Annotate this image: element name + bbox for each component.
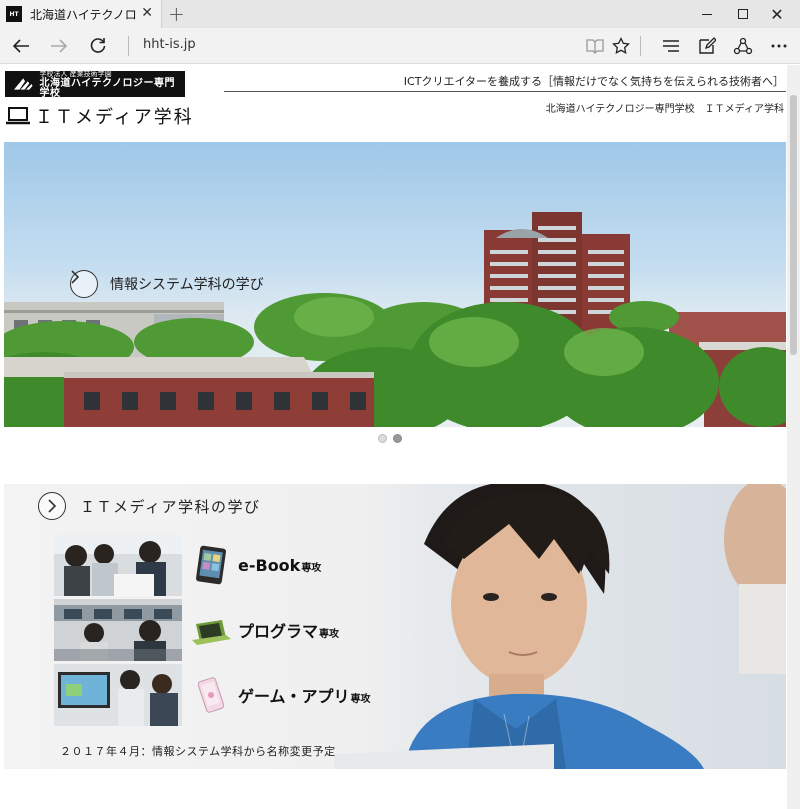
course-suffix: 専攻 — [319, 629, 340, 640]
hub-icon — [663, 40, 679, 52]
slideshow-pagination — [378, 434, 402, 443]
reading-view-button[interactable] — [582, 34, 608, 58]
browser-toolbar: hht-is.jp — [0, 28, 800, 64]
course-game-app[interactable]: ゲーム・アプリ専攻 — [54, 664, 371, 726]
back-arrow-icon — [12, 39, 29, 53]
minimize-icon — [702, 13, 712, 15]
course-title: e-Book — [238, 555, 301, 575]
students-photo — [54, 534, 182, 596]
classroom-photo — [54, 599, 182, 661]
header-divider — [224, 91, 786, 92]
tab-title: 北海道ハイテクノロジー専門 — [30, 7, 138, 22]
chevron-right-icon — [71, 270, 80, 284]
book-icon — [586, 39, 604, 54]
scrollbar-thumb[interactable] — [790, 95, 797, 355]
department-title[interactable]: ＩＴメディア学科 — [5, 103, 194, 129]
window-close-button[interactable]: ✕ — [754, 0, 800, 28]
course-title: ゲーム・アプリ — [238, 687, 350, 706]
hero-link-label: 情報システム学科の学び — [110, 277, 264, 293]
toolbar-separator — [640, 36, 641, 56]
page-scrollbar[interactable] — [787, 65, 800, 809]
course-name-ebook: e-Book専攻 — [238, 556, 321, 575]
slide-dot-2[interactable] — [393, 434, 402, 443]
share-icon — [733, 37, 753, 55]
title-bar: HT 北海道ハイテクノロジー専門 ✕ + ✕ — [0, 0, 800, 28]
logo-school-name: 北海道ハイテクノロジー専門学校 — [39, 78, 175, 99]
back-button[interactable] — [8, 34, 34, 58]
rename-notice: ２０１７年４月：情報システム学科から名称変更予定 — [60, 745, 336, 758]
more-button[interactable] — [766, 34, 792, 58]
pen-note-icon — [699, 37, 716, 54]
hero-slideshow[interactable]: 情報システム学科の学び — [4, 142, 786, 427]
refresh-icon — [90, 38, 106, 53]
share-button[interactable] — [730, 34, 756, 58]
tagline: ICTクリエイターを養成する［情報だけでなく気持ちを伝えられる技術者へ］ — [403, 75, 784, 88]
course-photo-programmer — [54, 599, 182, 661]
course-name-programmer: プログラマ専攻 — [238, 618, 339, 642]
tablet-icon — [196, 545, 226, 585]
browser-tab[interactable]: HT 北海道ハイテクノロジー専門 ✕ — [0, 0, 162, 28]
course-title: プログラマ — [238, 622, 319, 641]
web-page: 学校法人 産業技術学園 北海道ハイテクノロジー専門学校 ＩＴメディア学科 ICT… — [0, 65, 800, 809]
school-department-line: 北海道ハイテクノロジー専門学校 ＩＴメディア学科 — [545, 104, 784, 115]
wing-logo-icon — [13, 78, 33, 90]
laptop-icon — [6, 107, 30, 125]
star-icon — [612, 37, 630, 55]
course-suffix: 専攻 — [301, 562, 322, 574]
department-name: ＩＴメディア学科 — [35, 107, 194, 128]
forward-arrow-icon — [51, 39, 68, 53]
slide-dot-1[interactable] — [378, 434, 387, 443]
hero-arrow-button[interactable] — [70, 270, 98, 298]
course-programmer[interactable]: プログラマ専攻 — [54, 599, 339, 661]
banner-title: ＩＴメディア学科の学び — [80, 497, 261, 516]
new-tab-icon[interactable]: + — [168, 2, 185, 26]
more-dots-icon — [771, 44, 787, 48]
course-ebook[interactable]: e-Book専攻 — [54, 534, 321, 596]
banner-arrow-button[interactable] — [38, 492, 66, 520]
chevron-right-icon — [48, 499, 57, 513]
url-separator — [128, 36, 129, 56]
favorite-button[interactable] — [608, 34, 634, 58]
site-favicon-icon: HT — [6, 6, 22, 22]
it-media-banner[interactable]: ＩＴメディア学科の学び e-Book専攻 プログラマ専攻 ゲーム・アプリ専攻 ２… — [4, 484, 786, 769]
school-logo[interactable]: 学校法人 産業技術学園 北海道ハイテクノロジー専門学校 — [5, 69, 185, 99]
close-icon: ✕ — [770, 4, 784, 24]
smartphone-icon — [197, 677, 225, 713]
info-systems-link[interactable]: 情報システム学科の学び — [70, 270, 264, 298]
address-bar[interactable]: hht-is.jp — [143, 37, 196, 52]
laptop-device-icon — [192, 620, 231, 645]
it-media-learn-link[interactable]: ＩＴメディア学科の学び — [38, 492, 260, 520]
course-suffix: 専攻 — [350, 694, 371, 705]
course-name-game: ゲーム・アプリ専攻 — [238, 683, 371, 707]
refresh-button[interactable] — [85, 34, 111, 58]
course-photo-game — [54, 664, 182, 726]
course-photo-ebook — [54, 534, 182, 596]
web-note-button[interactable] — [694, 34, 720, 58]
tab-close-icon[interactable]: ✕ — [141, 5, 153, 21]
forward-button[interactable] — [46, 34, 72, 58]
hub-button[interactable] — [658, 34, 684, 58]
maximize-icon — [738, 9, 748, 19]
logo-text: 学校法人 産業技術学園 北海道ハイテクノロジー専門学校 — [39, 69, 185, 99]
monitor-students-photo — [54, 664, 182, 726]
